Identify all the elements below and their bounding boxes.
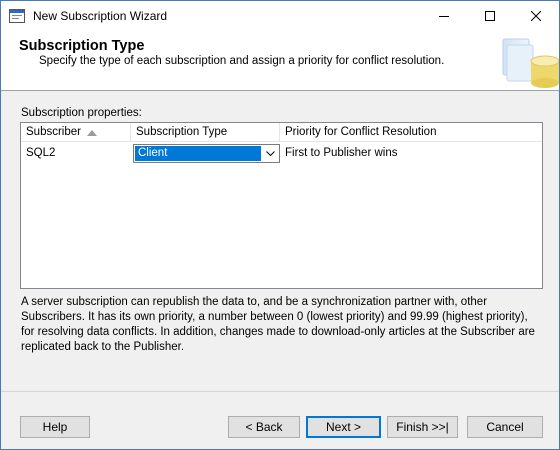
close-icon bbox=[531, 11, 541, 21]
sort-ascending-icon bbox=[87, 130, 97, 136]
window-title: New Subscription Wizard bbox=[33, 9, 168, 23]
wizard-window: New Subscription Wizard Subscription Typ… bbox=[0, 0, 560, 450]
description-text: A server subscription can republish the … bbox=[21, 296, 535, 353]
close-button[interactable] bbox=[513, 1, 559, 31]
column-header-subscription-type[interactable]: Subscription Type bbox=[131, 123, 280, 142]
page-title: Subscription Type bbox=[19, 38, 145, 54]
database-graphic-icon bbox=[502, 38, 559, 88]
next-button[interactable]: Next > bbox=[306, 416, 381, 438]
dropdown-button[interactable] bbox=[261, 145, 279, 162]
chevron-down-icon bbox=[265, 151, 275, 156]
column-header-priority[interactable]: Priority for Conflict Resolution bbox=[280, 123, 542, 142]
subscription-properties-label: Subscription properties: bbox=[21, 107, 142, 119]
back-button[interactable]: < Back bbox=[228, 416, 300, 438]
cancel-button[interactable]: Cancel bbox=[467, 416, 543, 438]
wizard-icon bbox=[9, 9, 25, 23]
priority-cell[interactable]: First to Publisher wins bbox=[280, 143, 542, 163]
subscriber-cell[interactable]: SQL2 bbox=[21, 143, 131, 163]
column-header-label: Subscription Type bbox=[136, 126, 228, 138]
wizard-header: Subscription Type Specify the type of ea… bbox=[1, 31, 559, 91]
subscription-properties-grid[interactable]: Subscriber Subscription Type Priority fo… bbox=[20, 122, 543, 289]
minimize-button[interactable] bbox=[421, 1, 467, 31]
maximize-icon bbox=[485, 11, 495, 21]
table-row[interactable]: SQL2 Client First to Publisher wins bbox=[21, 143, 542, 163]
maximize-button[interactable] bbox=[467, 1, 513, 31]
finish-button[interactable]: Finish >>| bbox=[387, 416, 458, 438]
title-bar[interactable]: New Subscription Wizard bbox=[1, 1, 559, 31]
column-header-label: Subscriber bbox=[26, 126, 81, 138]
column-header-label: Priority for Conflict Resolution bbox=[285, 126, 437, 138]
subscription-type-dropdown[interactable]: Client bbox=[133, 144, 280, 163]
help-button[interactable]: Help bbox=[20, 416, 90, 438]
page-subtitle: Specify the type of each subscription an… bbox=[39, 55, 445, 67]
subscription-type-value: Client bbox=[135, 146, 261, 161]
minimize-icon bbox=[439, 16, 449, 17]
grid-header: Subscriber Subscription Type Priority fo… bbox=[21, 123, 542, 142]
button-bar: Help < Back Next > Finish >>| Cancel bbox=[1, 391, 559, 449]
column-header-subscriber[interactable]: Subscriber bbox=[21, 123, 131, 142]
